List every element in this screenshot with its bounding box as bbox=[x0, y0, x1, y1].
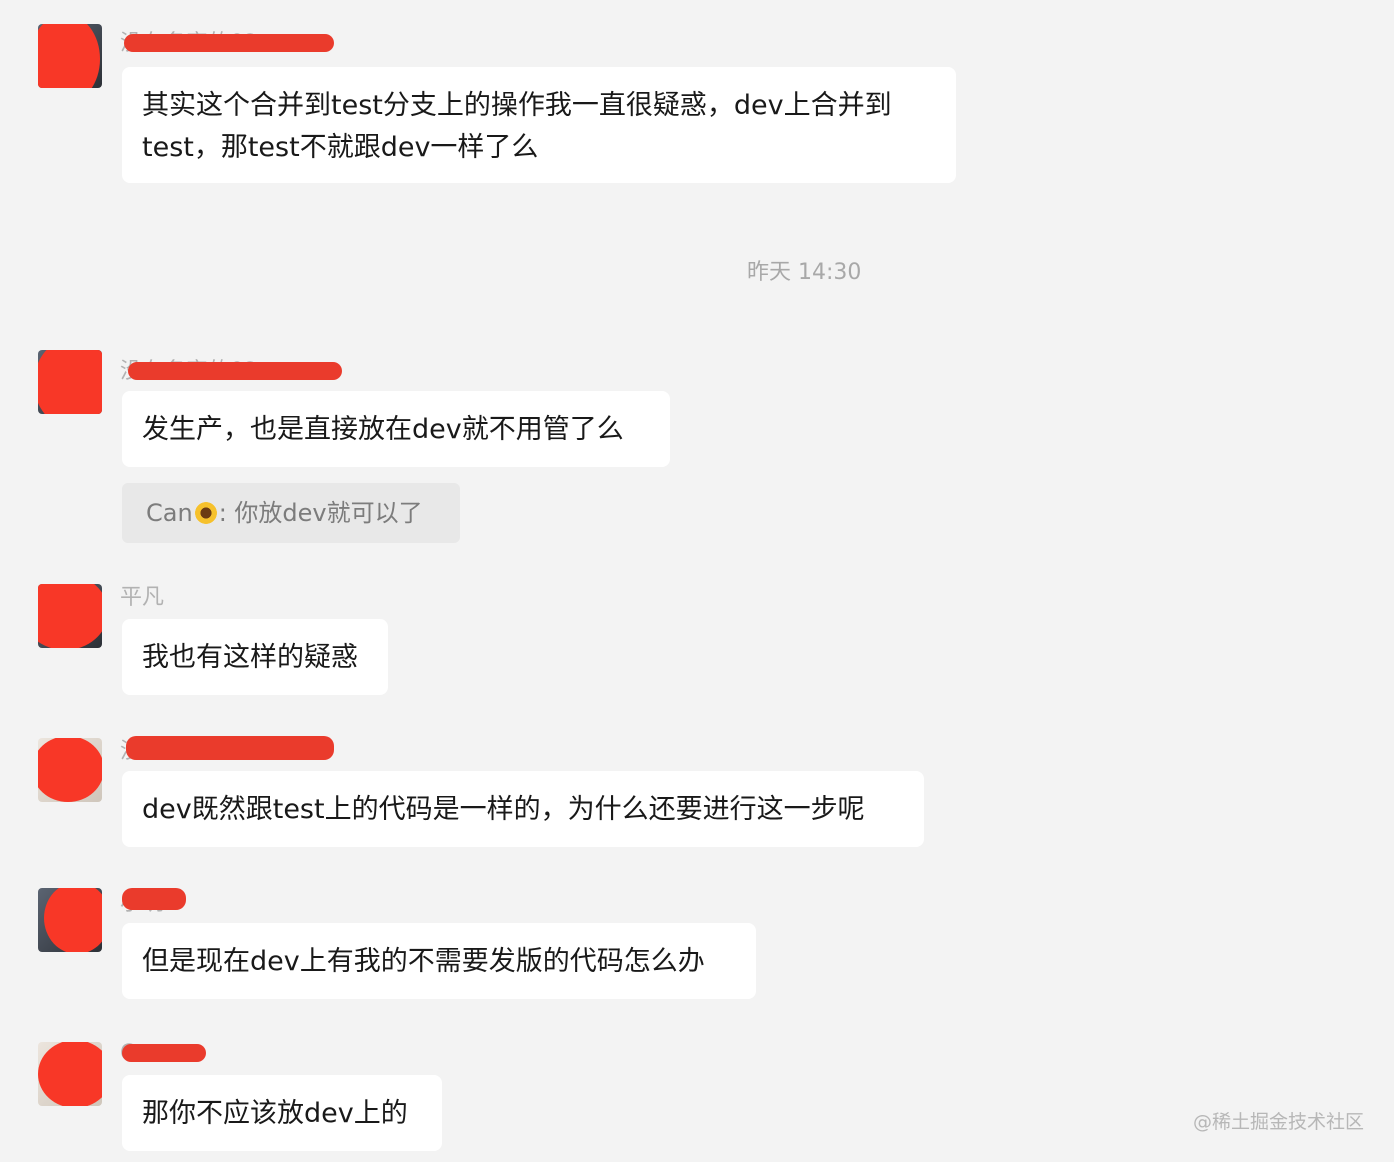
redaction-mark bbox=[128, 362, 342, 380]
reply-text: : 你放dev就可以了 bbox=[218, 499, 423, 527]
avatar[interactable] bbox=[38, 24, 102, 88]
avatar[interactable] bbox=[38, 350, 102, 414]
avatar[interactable] bbox=[38, 584, 102, 648]
redaction-mark bbox=[122, 1044, 206, 1062]
redaction-mark bbox=[126, 736, 334, 760]
redaction-mark bbox=[38, 350, 102, 414]
timestamp: 昨天 14:30 bbox=[747, 260, 862, 285]
message-bubble[interactable]: 但是现在dev上有我的不需要发版的代码怎么办 bbox=[122, 923, 756, 999]
watermark: @稀土掘金技术社区 bbox=[1192, 1111, 1364, 1133]
sender-name: 平凡 bbox=[120, 585, 165, 610]
message-bubble[interactable]: 其实这个合并到test分支上的操作我一直很疑惑，dev上合并到 test，那te… bbox=[122, 67, 956, 183]
sunflower-icon bbox=[194, 502, 217, 524]
redaction-mark bbox=[124, 34, 334, 52]
redaction-mark bbox=[122, 888, 186, 910]
avatar[interactable] bbox=[38, 1042, 102, 1106]
redaction-mark bbox=[38, 24, 100, 88]
message-bubble[interactable]: 我也有这样的疑惑 bbox=[122, 619, 388, 695]
quoted-reply[interactable]: Can : 你放dev就可以了 bbox=[122, 483, 460, 543]
redaction-mark bbox=[38, 584, 102, 648]
chat-window: 没有名字的02 其实这个合并到test分支上的操作我一直很疑惑，dev上合并到 … bbox=[0, 0, 1394, 1162]
avatar[interactable] bbox=[38, 738, 102, 802]
redaction-mark bbox=[44, 888, 102, 952]
message-bubble[interactable]: 发生产，也是直接放在dev就不用管了么 bbox=[122, 391, 670, 467]
reply-author: Can bbox=[146, 499, 193, 527]
message-bubble[interactable]: dev既然跟test上的代码是一样的，为什么还要进行这一步呢 bbox=[122, 771, 924, 847]
redaction-mark bbox=[38, 738, 102, 802]
message-bubble[interactable]: 那你不应该放dev上的 bbox=[122, 1075, 442, 1151]
redaction-mark bbox=[38, 1042, 102, 1106]
avatar[interactable] bbox=[38, 888, 102, 952]
